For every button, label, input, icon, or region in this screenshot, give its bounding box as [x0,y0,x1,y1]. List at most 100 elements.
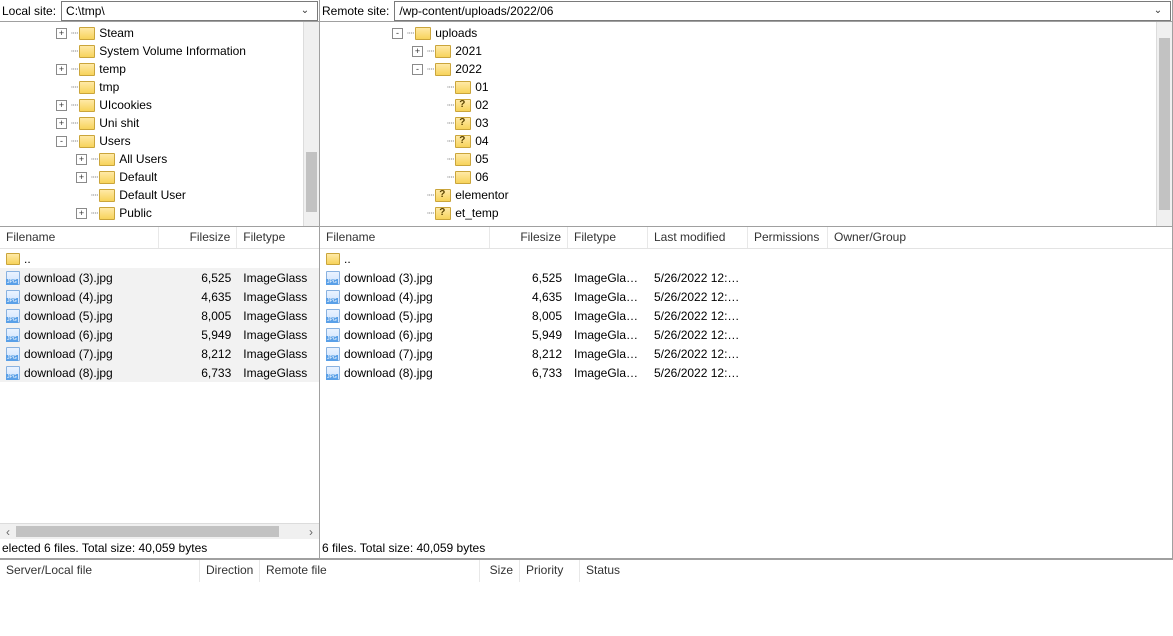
tree-item[interactable]: +┈Steam [0,24,303,42]
file-row[interactable]: download (8).jpg6,733ImageGlass [0,363,319,382]
vertical-scrollbar[interactable] [303,22,319,226]
tree-item[interactable]: ┈01 [320,78,1156,96]
updir-label: .. [24,252,31,266]
tree-item[interactable]: +┈Uni shit [0,114,303,132]
folder-icon [79,117,95,130]
qcol-size[interactable]: Size [480,560,520,582]
file-size: 4,635 [490,290,568,304]
file-row[interactable]: download (8).jpg6,733ImageGlas...5/26/20… [320,363,1172,382]
file-name: download (8).jpg [344,366,433,380]
horizontal-scrollbar[interactable]: ‹ › [0,523,319,539]
col-filesize[interactable]: Filesize [159,227,237,248]
tree-item-label: 02 [475,98,488,112]
file-row[interactable]: download (4).jpg4,635ImageGlass [0,287,319,306]
file-row[interactable]: download (3).jpg6,525ImageGlas...5/26/20… [320,268,1172,287]
tree-item[interactable]: ┈06 [320,168,1156,186]
chevron-down-icon[interactable]: ⌄ [297,2,313,20]
scroll-left-icon[interactable]: ‹ [0,524,16,539]
tree-item[interactable]: ┈04 [320,132,1156,150]
file-size: 5,949 [490,328,568,342]
folder-icon [79,99,95,112]
transfer-queue[interactable] [0,582,1173,636]
tree-item[interactable]: +┈temp [0,60,303,78]
file-row[interactable]: download (3).jpg6,525ImageGlass [0,268,319,287]
tree-item[interactable]: +┈2021 [320,42,1156,60]
qcol-priority[interactable]: Priority [520,560,580,582]
file-row[interactable]: download (4).jpg4,635ImageGlas...5/26/20… [320,287,1172,306]
scroll-right-icon[interactable]: › [303,524,319,539]
expand-icon[interactable]: + [76,172,87,183]
file-type: ImageGlas... [568,328,648,342]
chevron-down-icon[interactable]: ⌄ [1150,2,1166,20]
tree-item-label: elementor [455,188,508,202]
collapse-icon[interactable]: - [392,28,403,39]
qcol-server-local[interactable]: Server/Local file [0,560,200,582]
remote-path-combo[interactable]: /wp-content/uploads/2022/06 ⌄ [394,1,1171,21]
file-row[interactable]: download (6).jpg5,949ImageGlas...5/26/20… [320,325,1172,344]
file-type: ImageGlas... [568,366,648,380]
folder-unknown-icon [455,99,471,112]
expand-icon[interactable]: + [56,118,67,129]
file-row[interactable]: download (5).jpg8,005ImageGlas...5/26/20… [320,306,1172,325]
collapse-icon[interactable]: - [412,64,423,75]
file-size: 6,525 [159,271,237,285]
expand-icon[interactable]: + [76,154,87,165]
tree-item[interactable]: ┈et_temp [320,204,1156,222]
tree-item[interactable]: ┈05 [320,150,1156,168]
col-last-modified[interactable]: Last modified [648,227,748,248]
col-filename[interactable]: Filename [0,227,159,248]
col-filetype[interactable]: Filetype [237,227,319,248]
expand-icon[interactable]: + [412,46,423,57]
tree-item[interactable]: ┈System Volume Information [0,42,303,60]
col-owner-group[interactable]: Owner/Group [828,227,918,248]
column-header[interactable]: Filename Filesize Filetype [0,227,319,249]
qcol-status[interactable]: Status [580,560,660,582]
parent-dir-row[interactable]: .. [0,249,319,268]
tree-connector: ┈ [447,116,455,130]
tree-item[interactable]: +┈Public [0,204,303,222]
col-filetype[interactable]: Filetype [568,227,648,248]
tree-item[interactable]: ┈elementor [320,186,1156,204]
col-filename[interactable]: Filename [320,227,490,248]
expand-icon[interactable]: + [56,64,67,75]
jpg-file-icon [6,347,20,361]
file-row[interactable]: download (6).jpg5,949ImageGlass [0,325,319,344]
local-path-combo[interactable]: C:\tmp\ ⌄ [61,1,318,21]
tree-item[interactable]: +┈Default [0,168,303,186]
folder-icon [79,81,95,94]
expand-icon[interactable]: + [56,28,67,39]
expand-icon[interactable]: + [76,208,87,219]
tree-item[interactable]: -┈2022 [320,60,1156,78]
tree-item[interactable]: +┈UIcookies [0,96,303,114]
remote-file-list[interactable]: Filename Filesize Filetype Last modified… [320,227,1172,539]
col-permissions[interactable]: Permissions [748,227,828,248]
remote-tree[interactable]: -┈uploads+┈2021-┈2022┈01┈02┈03┈04┈05┈06┈… [320,22,1172,227]
file-modified: 5/26/2022 12:0... [648,366,748,380]
tree-item[interactable]: +┈All Users [0,150,303,168]
tree-item-label: 2022 [455,62,482,76]
tree-item[interactable]: ┈03 [320,114,1156,132]
collapse-icon[interactable]: - [56,136,67,147]
local-tree[interactable]: +┈Steam┈System Volume Information+┈temp┈… [0,22,319,227]
file-row[interactable]: download (7).jpg8,212ImageGlas...5/26/20… [320,344,1172,363]
parent-dir-row[interactable]: .. [320,249,1172,268]
transfer-queue-header[interactable]: Server/Local file Direction Remote file … [0,560,1173,582]
vertical-scrollbar[interactable] [1156,22,1172,226]
qcol-direction[interactable]: Direction [200,560,260,582]
tree-connector: ┈ [91,152,99,166]
column-header[interactable]: Filename Filesize Filetype Last modified… [320,227,1172,249]
tree-item[interactable]: ┈02 [320,96,1156,114]
file-row[interactable]: download (7).jpg8,212ImageGlass [0,344,319,363]
qcol-remote-file[interactable]: Remote file [260,560,480,582]
col-filesize[interactable]: Filesize [490,227,568,248]
tree-item[interactable]: -┈uploads [320,24,1156,42]
jpg-file-icon [326,309,340,323]
tree-item[interactable]: -┈Users [0,132,303,150]
tree-item-label: Default [119,170,157,184]
tree-item[interactable]: ┈Default User [0,186,303,204]
local-file-list[interactable]: Filename Filesize Filetype .. download (3… [0,227,319,539]
tree-item-label: uploads [435,26,477,40]
file-row[interactable]: download (5).jpg8,005ImageGlass [0,306,319,325]
expand-icon[interactable]: + [56,100,67,111]
tree-item[interactable]: ┈tmp [0,78,303,96]
